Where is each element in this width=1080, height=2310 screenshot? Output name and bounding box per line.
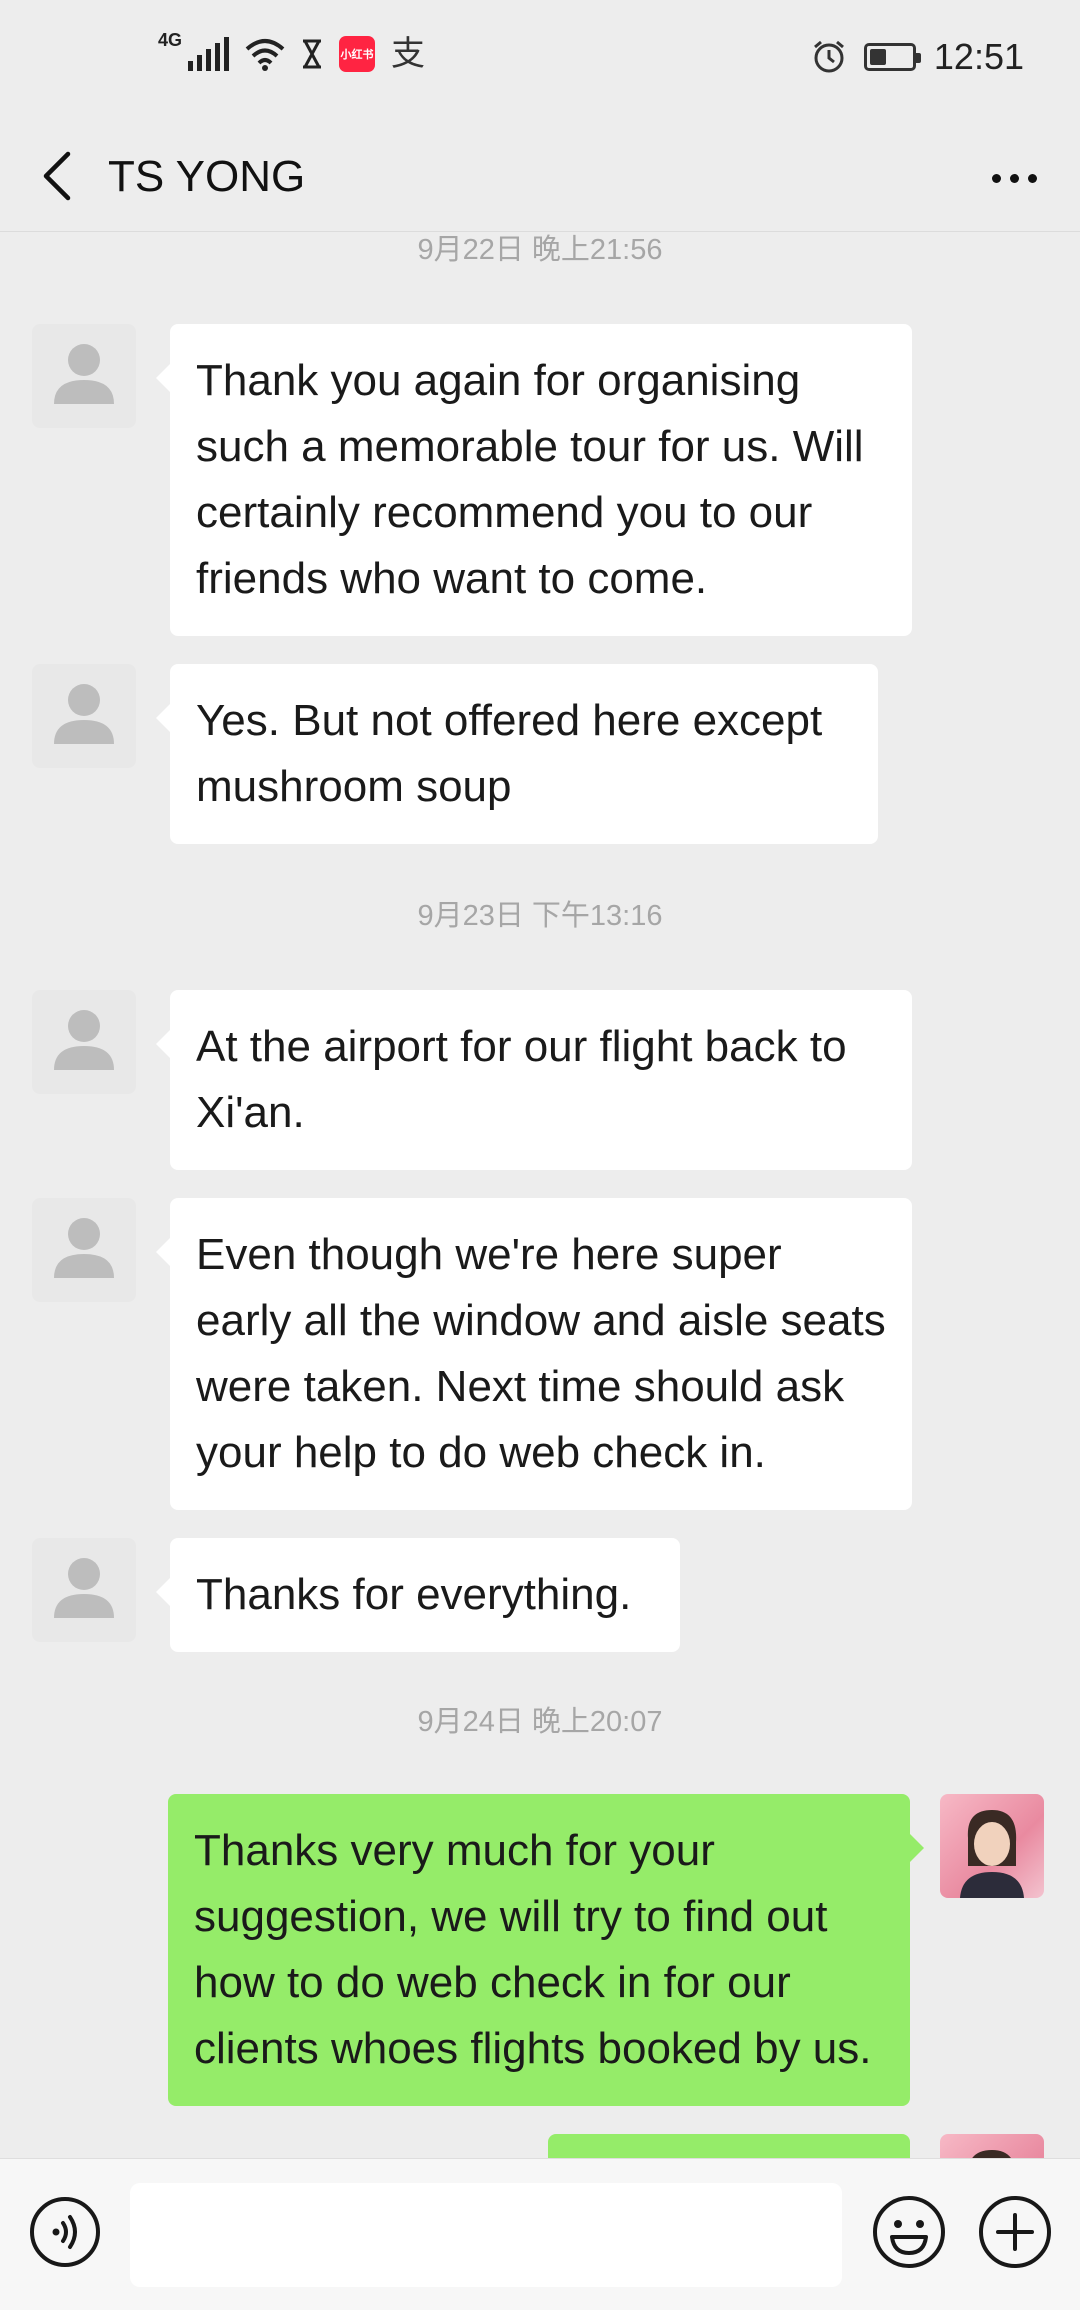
message-bubble[interactable]: Even though we're here super early all t… xyxy=(156,1198,912,1510)
back-button[interactable] xyxy=(34,146,94,206)
more-dots-icon xyxy=(991,173,1001,183)
message-bubble[interactable]: Thanks for everything. xyxy=(156,1538,680,1652)
message-bubble[interactable] xyxy=(548,2134,910,2158)
contact-avatar[interactable] xyxy=(32,324,136,428)
default-avatar-icon xyxy=(54,1218,114,1278)
alipay-icon: 支 xyxy=(391,35,426,73)
default-avatar-icon xyxy=(54,1010,114,1070)
profile-photo-icon xyxy=(960,1810,1024,1898)
message-bubble[interactable]: Yes. But not offered here except mushroo… xyxy=(156,664,878,844)
message-bubble[interactable]: At the airport for our flight back to Xi… xyxy=(156,990,912,1170)
emoji-button[interactable] xyxy=(870,2193,948,2271)
chat-title: TS YONG xyxy=(108,152,306,201)
status-bar: 4G 小红书 支 12:51 xyxy=(0,0,1080,122)
default-avatar-icon xyxy=(54,344,114,404)
chat-header: TS YONG xyxy=(0,122,1080,232)
emoji-icon xyxy=(873,2196,945,2268)
default-avatar-icon xyxy=(54,684,114,744)
more-options-button[interactable] xyxy=(978,148,1050,208)
message-list[interactable]: 9月22日 晚上21:56 Thank you again for organi… xyxy=(0,232,1080,2158)
battery-icon xyxy=(863,43,921,71)
clock: 12:51 xyxy=(933,36,1024,77)
input-bar xyxy=(0,2158,1080,2310)
voice-icon xyxy=(30,2197,100,2267)
status-right-icons: 12:51 xyxy=(812,36,1024,78)
network-type: 4G xyxy=(158,29,183,50)
xiaohongshu-app-icon: 小红书 xyxy=(339,36,376,72)
my-avatar[interactable] xyxy=(940,1794,1044,1898)
message-bubble[interactable]: Thanks very much for your suggestion, we… xyxy=(168,1794,924,2106)
message-bubble[interactable]: Thank you again for organising such a me… xyxy=(156,324,912,636)
contact-avatar[interactable] xyxy=(32,664,136,768)
wifi-icon xyxy=(245,39,285,71)
plus-icon xyxy=(979,2196,1051,2268)
profile-photo-icon xyxy=(972,2150,1011,2158)
default-avatar-icon xyxy=(54,1558,114,1618)
chevron-left-icon xyxy=(43,151,71,201)
contact-avatar[interactable] xyxy=(32,1538,136,1642)
signal-icon xyxy=(188,37,230,71)
message-input[interactable] xyxy=(130,2183,842,2287)
hourglass-icon xyxy=(303,39,322,69)
my-avatar[interactable] xyxy=(940,2134,1044,2158)
alarm-icon xyxy=(813,40,844,73)
contact-avatar[interactable] xyxy=(32,990,136,1094)
timestamp: 9月23日 下午13:16 xyxy=(417,900,663,932)
timestamp: 9月22日 晚上21:56 xyxy=(417,234,663,266)
voice-button[interactable] xyxy=(28,2195,102,2269)
contact-avatar[interactable] xyxy=(32,1198,136,1302)
timestamp: 9月24日 晚上20:07 xyxy=(417,1706,663,1738)
status-left-icons: 4G 小红书 支 xyxy=(158,30,426,73)
more-functions-button[interactable] xyxy=(976,2193,1054,2271)
